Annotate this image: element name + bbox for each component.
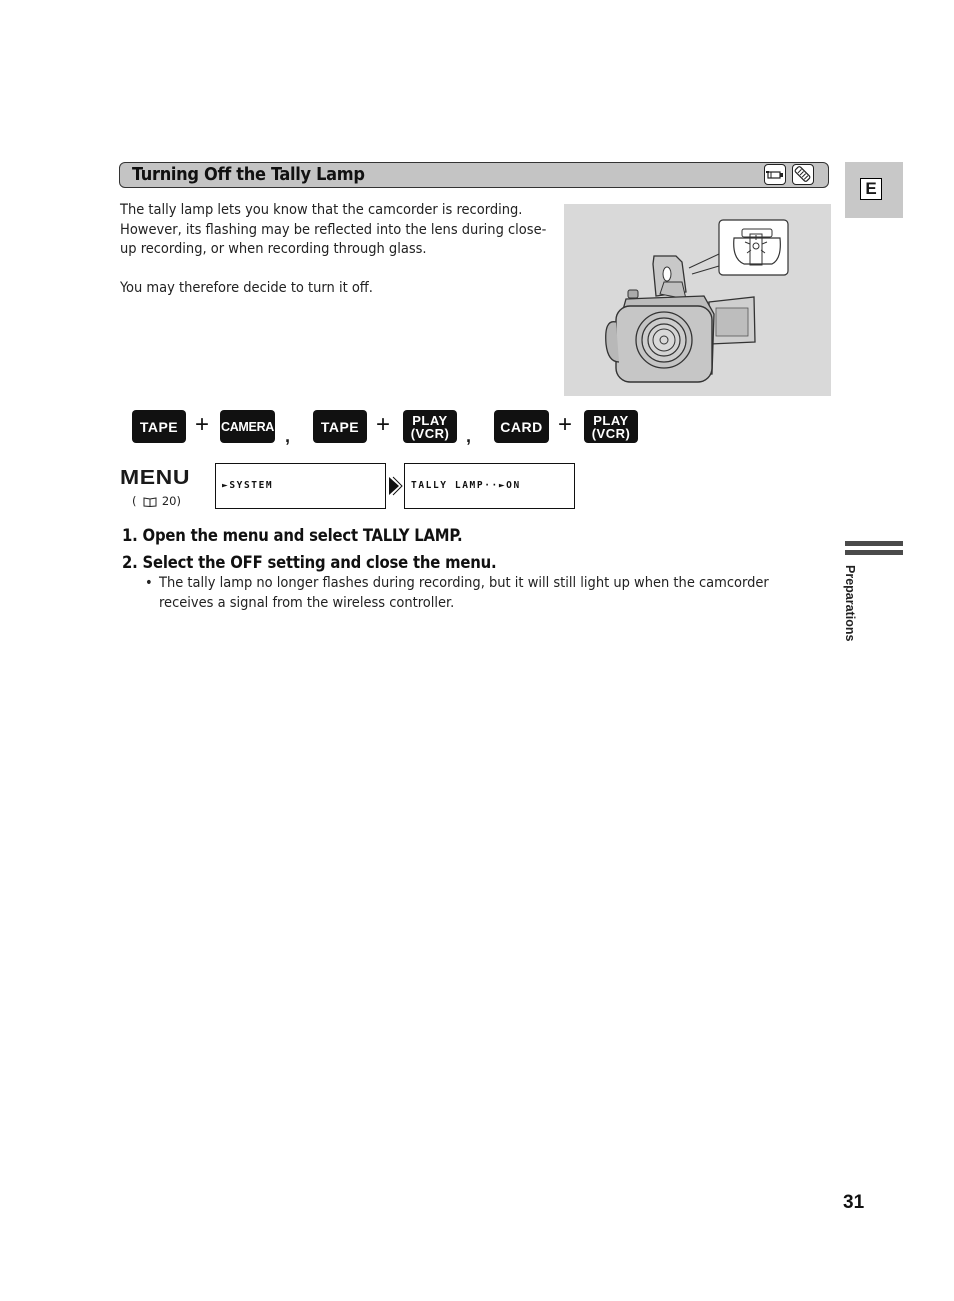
- intro-paragraph-2: You may therefore decide to turn it off.: [120, 280, 373, 297]
- ref-page-number: 20): [161, 494, 181, 508]
- menu-screen-text: TALLY LAMP··►ON: [411, 480, 521, 491]
- separator-comma: ,: [466, 426, 472, 446]
- section-header-bar: Turning Off the Tally Lamp: [119, 162, 829, 188]
- page-number: 31: [843, 1192, 865, 1213]
- camcorder-illustration: [564, 204, 831, 396]
- camcorder-drawing: [605, 219, 789, 383]
- chapter-marker-bar: [845, 541, 903, 546]
- separator-comma: ,: [285, 426, 291, 446]
- language-letter: E: [860, 178, 882, 200]
- menu-screen-system: ►SYSTEM: [215, 463, 386, 509]
- intro-text: The tally lamp lets you know that the ca…: [120, 201, 560, 299]
- camcorder-icon: [764, 164, 786, 185]
- mode-key-camera: CAMERA: [220, 410, 275, 443]
- mode-key-tape: TAPE: [313, 410, 367, 443]
- menu-label: MENU: [120, 467, 191, 489]
- key-line-2: (VCR): [591, 425, 631, 441]
- menu-screen-tally-lamp: TALLY LAMP··►ON: [404, 463, 575, 509]
- chapter-label: Preparations: [843, 565, 857, 642]
- chapter-marker-bar: [845, 550, 903, 555]
- section-title: Turning Off the Tally Lamp: [132, 164, 365, 185]
- language-tab: E: [845, 162, 903, 218]
- intro-paragraph-1: The tally lamp lets you know that the ca…: [120, 202, 547, 258]
- step-1: 1. Open the menu and select TALLY LAMP.: [122, 526, 463, 545]
- plus-sign: +: [558, 411, 573, 438]
- mode-key-play-vcr: PLAY (VCR): [584, 410, 638, 443]
- step-2: 2. Select the OFF setting and close the …: [122, 553, 497, 572]
- book-icon: [143, 496, 157, 510]
- note-text: The tally lamp no longer flashes during …: [159, 575, 769, 611]
- key-line-2: (VCR): [410, 425, 450, 441]
- page-reference: ( 20): [132, 494, 181, 510]
- mode-key-card: CARD: [494, 410, 549, 443]
- plus-sign: +: [195, 411, 210, 438]
- mode-key-tape: TAPE: [132, 410, 186, 443]
- plus-sign: +: [376, 411, 391, 438]
- key-line-1: PLAY: [412, 412, 448, 428]
- mode-key-play-vcr: PLAY (VCR): [403, 410, 457, 443]
- note-item: • The tally lamp no longer flashes durin…: [145, 574, 825, 613]
- key-line-1: PLAY: [593, 412, 629, 428]
- bullet-mark: •: [145, 575, 153, 591]
- next-arrow-icon: [387, 476, 403, 500]
- wireless-controller-icon: [792, 164, 814, 185]
- menu-screen-text: ►SYSTEM: [222, 480, 274, 491]
- ref-open-paren: (: [132, 494, 137, 508]
